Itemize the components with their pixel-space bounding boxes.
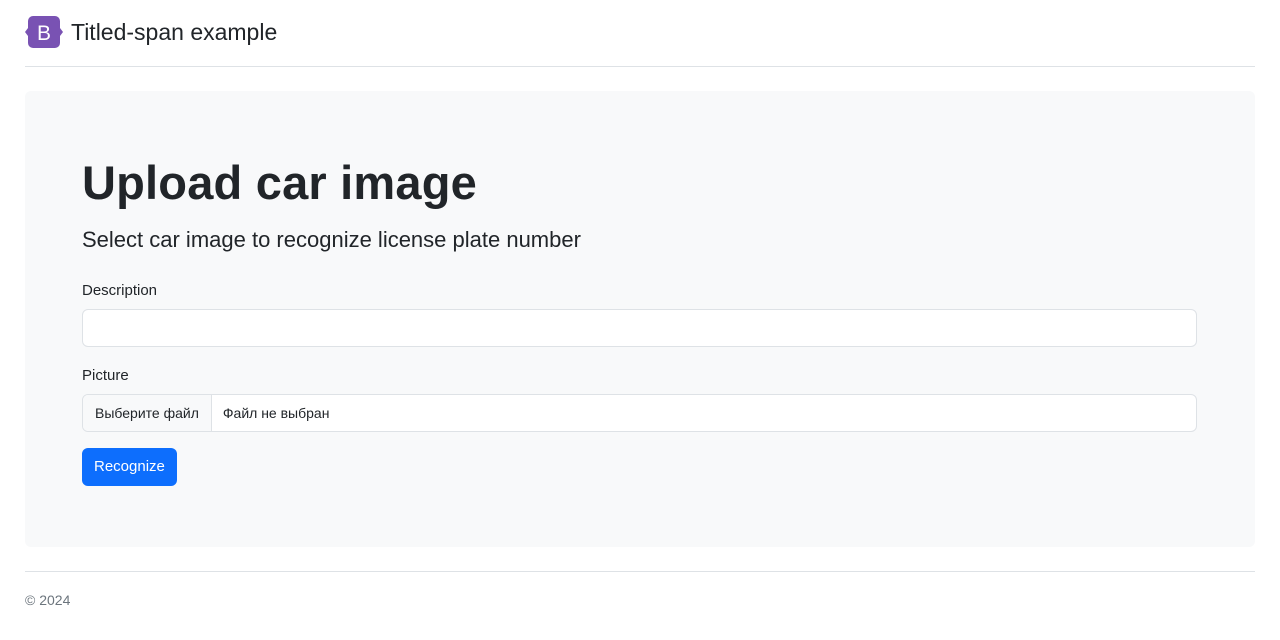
picture-label: Picture [82,366,129,384]
logo-letter: B [37,22,51,45]
site-header: B Titled-span example [25,0,1255,67]
page-subtitle: Select car image to recognize license pl… [82,227,581,253]
upload-form: Description Picture Выберите файл Файл н… [82,282,1198,486]
description-group: Description [82,282,1198,347]
file-status-text: Файл не выбран [222,404,330,421]
page-container: B Titled-span example Upload car image S… [25,0,1255,631]
bootstrap-logo-icon: B [25,15,63,49]
choose-file-button[interactable]: Выберите файл [83,394,212,431]
picture-file-input[interactable]: Выберите файл Файл не выбран [82,393,1197,432]
recognize-button[interactable]: Recognize [82,447,177,486]
brand-link[interactable]: B Titled-span example [25,15,278,49]
site-title: Titled-span example [71,18,278,45]
description-label: Description [82,281,158,299]
site-footer: © 2024 [25,571,1255,631]
description-input[interactable] [82,308,1197,347]
page-title: Upload car image [82,156,477,209]
picture-group: Picture Выберите файл Файл не выбран [82,367,1198,432]
copyright-text: © 2024 [25,592,71,608]
upload-panel: Upload car image Select car image to rec… [25,91,1255,547]
